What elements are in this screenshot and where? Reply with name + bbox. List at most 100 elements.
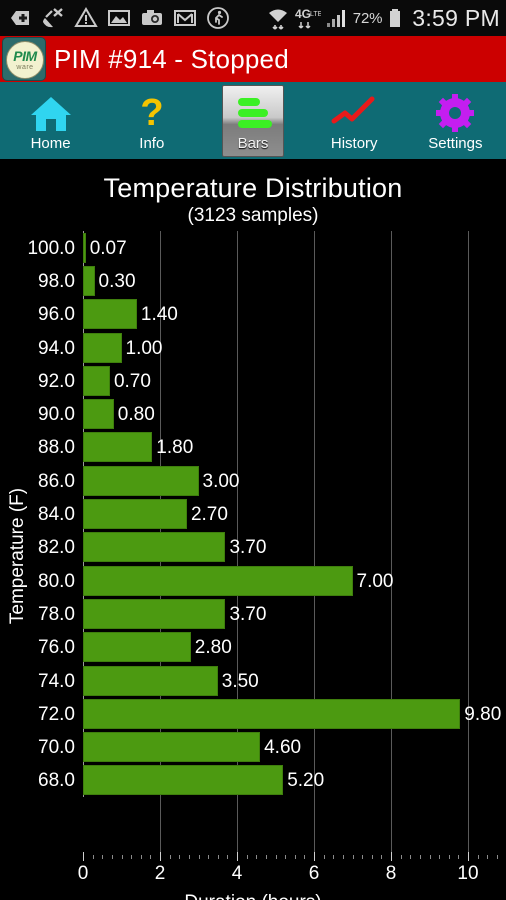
chart-bar[interactable]: [83, 765, 284, 796]
chart-y-tick-label: 72.0: [38, 703, 75, 725]
gmail-icon: [173, 6, 197, 30]
main-navigation-bar: Home ? Info Bars History Settings: [0, 82, 506, 162]
chart-x-tick-label: 10: [457, 863, 479, 885]
chart-x-minor-tick: [150, 855, 152, 860]
nav-item-home[interactable]: Home: [0, 82, 101, 159]
activity-runner-icon: [206, 6, 230, 30]
app-title-bar: PIM ware PIM #914 - Stopped: [0, 36, 506, 82]
chart-x-major-tick: [237, 852, 238, 862]
chart-x-minor-tick: [111, 855, 113, 860]
chart-y-tick-label: 70.0: [38, 737, 75, 759]
chart-y-tick-label: 100.0: [27, 237, 75, 259]
network-4glte-icon: 4G LTE: [295, 6, 321, 30]
chart-x-minor-tick: [179, 855, 181, 860]
chart-x-tick-label: 2: [154, 863, 166, 885]
app-root: 4G LTE 72% 3:59 PM PIM ware PIM #914 - St…: [0, 0, 506, 900]
chart-y-tick-label: 84.0: [38, 504, 75, 526]
home-icon: [28, 91, 74, 135]
chart-x-major-tick: [160, 852, 161, 862]
chart-bar[interactable]: [83, 632, 191, 663]
chart-bar[interactable]: [83, 665, 218, 696]
nav-item-history[interactable]: History: [304, 82, 405, 159]
chart-x-minor-tick: [208, 855, 210, 860]
chart-bar[interactable]: [83, 365, 110, 396]
chart-bar-value-label: 1.80: [156, 437, 194, 459]
page-title: PIM #914 - Stopped: [54, 43, 289, 74]
nav-item-info[interactable]: ? Info: [101, 82, 202, 159]
chart-bar-value-label: 1.00: [125, 337, 163, 359]
bar-chart-icon: [230, 91, 276, 135]
chart-bar[interactable]: [83, 299, 137, 330]
chart-x-tick-label: 6: [308, 863, 320, 885]
chart-bar-value-label: 3.50: [221, 670, 259, 692]
chart-gridline-lower: [237, 797, 238, 853]
gear-icon: [432, 91, 478, 135]
android-status-bar[interactable]: 4G LTE 72% 3:59 PM: [0, 0, 506, 36]
warning-triangle-icon: [74, 6, 98, 30]
chart-x-major-tick: [314, 852, 315, 862]
chart-bar-value-label: 4.60: [264, 737, 302, 759]
temperature-distribution-chart[interactable]: Temperature Distribution (3123 samples) …: [0, 165, 506, 900]
camera-icon: [140, 6, 164, 30]
chart-bar[interactable]: [83, 532, 226, 563]
chart-y-tick-label: 90.0: [38, 404, 75, 426]
chart-x-minor-tick: [342, 855, 344, 860]
nav-item-bars[interactable]: Bars: [202, 82, 303, 159]
battery-icon: [387, 6, 403, 30]
chart-x-minor-tick: [265, 855, 267, 860]
chart-x-minor-tick: [294, 855, 296, 860]
nav-item-settings[interactable]: Settings: [405, 82, 506, 159]
download-arrow-icon: [8, 6, 32, 30]
nav-label-bars: Bars: [237, 134, 269, 152]
gps-off-icon: [41, 6, 65, 30]
chart-x-minor-tick: [487, 855, 489, 860]
chart-bar[interactable]: [83, 265, 95, 296]
chart-bar-value-label: 2.70: [190, 504, 228, 526]
chart-x-minor-tick: [188, 855, 190, 860]
chart-x-minor-tick: [439, 855, 441, 860]
chart-gridline-lower: [160, 797, 161, 853]
chart-x-tick-label: 0: [77, 863, 89, 885]
chart-bar[interactable]: [83, 332, 122, 363]
status-bar-clock: 3:59 PM: [412, 4, 500, 31]
chart-bar[interactable]: [83, 598, 226, 629]
chart-bar[interactable]: [83, 399, 114, 430]
signal-bars-icon: [324, 6, 348, 30]
chart-y-tick-label: 76.0: [38, 637, 75, 659]
chart-x-minor-tick: [121, 855, 123, 860]
nav-label-settings: Settings: [428, 134, 483, 152]
logo-primary-text: PIM: [13, 48, 37, 64]
photo-icon: [107, 6, 131, 30]
chart-y-tick-label: 98.0: [38, 270, 75, 292]
chart-bar-value-label: 1.40: [140, 304, 178, 326]
chart-x-minor-tick: [429, 855, 431, 860]
chart-bar[interactable]: [83, 465, 199, 496]
question-mark-icon: ?: [129, 91, 175, 135]
chart-bar[interactable]: [83, 698, 461, 729]
svg-text:LTE: LTE: [310, 11, 321, 18]
nav-label-home: Home: [30, 134, 71, 152]
pimware-logo: PIM ware: [2, 37, 46, 81]
chart-gridline-lower: [314, 797, 315, 853]
svg-text:4G: 4G: [295, 7, 311, 21]
chart-bar-value-label: 0.30: [98, 270, 136, 292]
chart-bar[interactable]: [83, 499, 187, 530]
chart-bar[interactable]: [83, 732, 261, 763]
chart-x-minor-tick: [285, 855, 287, 860]
chart-bar[interactable]: [83, 565, 353, 596]
chart-x-major-tick: [391, 852, 392, 862]
chart-plot-area: 0.07 100.0 0.30 98.0 1.40 96.0 1.00 94.0 0.70 92.…: [0, 165, 506, 900]
chart-bar[interactable]: [83, 232, 86, 263]
chart-x-major-tick: [468, 852, 469, 862]
chart-y-tick-label: 86.0: [38, 470, 75, 492]
chart-x-minor-tick: [371, 855, 373, 860]
chart-bar[interactable]: [83, 432, 153, 463]
chart-x-minor-tick: [304, 855, 306, 860]
chart-x-minor-tick: [496, 855, 498, 860]
chart-bar-value-label: 3.70: [229, 603, 267, 625]
chart-x-minor-tick: [169, 855, 171, 860]
chart-y-tick-label: 88.0: [38, 437, 75, 459]
battery-percent-label: 72%: [352, 9, 383, 27]
chart-bar-value-label: 5.20: [287, 770, 325, 792]
chart-x-minor-tick: [323, 855, 325, 860]
